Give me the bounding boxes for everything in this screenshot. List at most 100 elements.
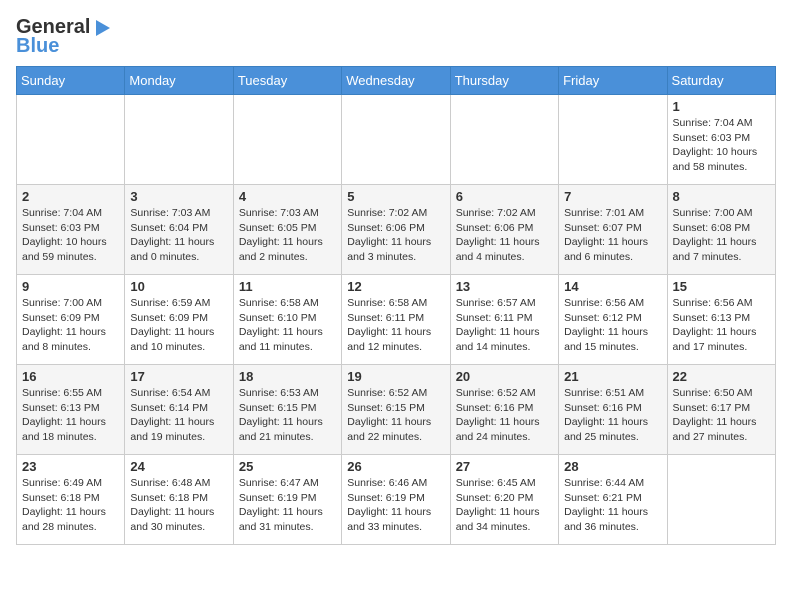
day-number: 23 bbox=[22, 459, 119, 474]
calendar-cell bbox=[125, 95, 233, 185]
calendar-cell: 23 Sunrise: 6:49 AM Sunset: 6:18 PM Dayli… bbox=[17, 455, 125, 545]
day-info: Sunrise: 6:51 AM Sunset: 6:16 PM Dayligh… bbox=[564, 386, 661, 445]
day-number: 26 bbox=[347, 459, 444, 474]
calendar-cell: 10Sunrise: 6:59 AM Sunset: 6:09 PM Dayli… bbox=[125, 275, 233, 365]
day-info: Sunrise: 7:04 AM Sunset: 6:03 PM Dayligh… bbox=[22, 206, 119, 265]
day-info: Sunrise: 6:53 AM Sunset: 6:15 PM Dayligh… bbox=[239, 386, 336, 445]
calendar-cell bbox=[342, 95, 450, 185]
day-number: 24 bbox=[130, 459, 227, 474]
calendar-cell: 27 Sunrise: 6:45 AM Sunset: 6:20 PM Dayli… bbox=[450, 455, 558, 545]
calendar-cell: 16 Sunrise: 6:55 AM Sunset: 6:13 PM Dayli… bbox=[17, 365, 125, 455]
day-number: 3 bbox=[130, 189, 227, 204]
calendar-header-monday: Monday bbox=[125, 67, 233, 95]
calendar-week-row: 2 Sunrise: 7:04 AM Sunset: 6:03 PM Daylig… bbox=[17, 185, 776, 275]
calendar-cell: 19Sunrise: 6:52 AM Sunset: 6:15 PM Dayli… bbox=[342, 365, 450, 455]
calendar-header-thursday: Thursday bbox=[450, 67, 558, 95]
calendar-cell: 9 Sunrise: 7:00 AM Sunset: 6:09 PM Daylig… bbox=[17, 275, 125, 365]
day-info: Sunrise: 7:00 AM Sunset: 6:08 PM Dayligh… bbox=[673, 206, 770, 265]
day-number: 19 bbox=[347, 369, 444, 384]
calendar-cell: 2 Sunrise: 7:04 AM Sunset: 6:03 PM Daylig… bbox=[17, 185, 125, 275]
day-info: Sunrise: 6:45 AM Sunset: 6:20 PM Dayligh… bbox=[456, 476, 553, 535]
day-info: Sunrise: 6:56 AM Sunset: 6:12 PM Dayligh… bbox=[564, 296, 661, 355]
day-info: Sunrise: 6:52 AM Sunset: 6:16 PM Dayligh… bbox=[456, 386, 553, 445]
calendar-header-wednesday: Wednesday bbox=[342, 67, 450, 95]
day-info: Sunrise: 6:58 AM Sunset: 6:11 PM Dayligh… bbox=[347, 296, 444, 355]
calendar-cell: 26 Sunrise: 6:46 AM Sunset: 6:19 PM Dayli… bbox=[342, 455, 450, 545]
day-number: 7 bbox=[564, 189, 661, 204]
calendar-cell: 18 Sunrise: 6:53 AM Sunset: 6:15 PM Dayli… bbox=[233, 365, 341, 455]
calendar-header-tuesday: Tuesday bbox=[233, 67, 341, 95]
day-number: 15 bbox=[673, 279, 770, 294]
calendar-week-row: 23 Sunrise: 6:49 AM Sunset: 6:18 PM Dayli… bbox=[17, 455, 776, 545]
day-number: 1 bbox=[673, 99, 770, 114]
day-info: Sunrise: 6:46 AM Sunset: 6:19 PM Dayligh… bbox=[347, 476, 444, 535]
logo-triangle-icon bbox=[92, 18, 112, 38]
day-info: Sunrise: 6:55 AM Sunset: 6:13 PM Dayligh… bbox=[22, 386, 119, 445]
day-number: 22 bbox=[673, 369, 770, 384]
calendar-table: SundayMondayTuesdayWednesdayThursdayFrid… bbox=[16, 66, 776, 545]
day-info: Sunrise: 6:58 AM Sunset: 6:10 PM Dayligh… bbox=[239, 296, 336, 355]
calendar-cell: 25 Sunrise: 6:47 AM Sunset: 6:19 PM Dayli… bbox=[233, 455, 341, 545]
calendar-header-friday: Friday bbox=[559, 67, 667, 95]
day-number: 21 bbox=[564, 369, 661, 384]
calendar-cell: 12 Sunrise: 6:58 AM Sunset: 6:11 PM Dayli… bbox=[342, 275, 450, 365]
calendar-cell: 11 Sunrise: 6:58 AM Sunset: 6:10 PM Dayli… bbox=[233, 275, 341, 365]
calendar-week-row: 16 Sunrise: 6:55 AM Sunset: 6:13 PM Dayli… bbox=[17, 365, 776, 455]
calendar-cell: 22 Sunrise: 6:50 AM Sunset: 6:17 PM Dayli… bbox=[667, 365, 775, 455]
day-info: Sunrise: 6:50 AM Sunset: 6:17 PM Dayligh… bbox=[673, 386, 770, 445]
calendar-cell bbox=[450, 95, 558, 185]
day-info: Sunrise: 7:04 AM Sunset: 6:03 PM Dayligh… bbox=[673, 116, 770, 175]
day-number: 28 bbox=[564, 459, 661, 474]
day-info: Sunrise: 6:47 AM Sunset: 6:19 PM Dayligh… bbox=[239, 476, 336, 535]
calendar-cell: 15 Sunrise: 6:56 AM Sunset: 6:13 PM Dayli… bbox=[667, 275, 775, 365]
calendar-cell: 14 Sunrise: 6:56 AM Sunset: 6:12 PM Dayli… bbox=[559, 275, 667, 365]
calendar-cell: 8Sunrise: 7:00 AM Sunset: 6:08 PM Daylig… bbox=[667, 185, 775, 275]
calendar-cell: 20Sunrise: 6:52 AM Sunset: 6:16 PM Dayli… bbox=[450, 365, 558, 455]
day-number: 2 bbox=[22, 189, 119, 204]
logo: General Blue bbox=[16, 16, 112, 58]
calendar-cell: 28 Sunrise: 6:44 AM Sunset: 6:21 PM Dayli… bbox=[559, 455, 667, 545]
day-info: Sunrise: 6:56 AM Sunset: 6:13 PM Dayligh… bbox=[673, 296, 770, 355]
day-number: 9 bbox=[22, 279, 119, 294]
calendar-cell: 4 Sunrise: 7:03 AM Sunset: 6:05 PM Daylig… bbox=[233, 185, 341, 275]
day-number: 5 bbox=[347, 189, 444, 204]
calendar-week-row: 9 Sunrise: 7:00 AM Sunset: 6:09 PM Daylig… bbox=[17, 275, 776, 365]
day-number: 18 bbox=[239, 369, 336, 384]
day-info: Sunrise: 6:49 AM Sunset: 6:18 PM Dayligh… bbox=[22, 476, 119, 535]
day-info: Sunrise: 6:44 AM Sunset: 6:21 PM Dayligh… bbox=[564, 476, 661, 535]
calendar-cell: 7 Sunrise: 7:01 AM Sunset: 6:07 PM Daylig… bbox=[559, 185, 667, 275]
calendar-cell bbox=[667, 455, 775, 545]
day-number: 4 bbox=[239, 189, 336, 204]
day-info: Sunrise: 6:59 AM Sunset: 6:09 PM Dayligh… bbox=[130, 296, 227, 355]
calendar-cell: 21 Sunrise: 6:51 AM Sunset: 6:16 PM Dayli… bbox=[559, 365, 667, 455]
day-number: 14 bbox=[564, 279, 661, 294]
calendar-cell bbox=[17, 95, 125, 185]
calendar-header-saturday: Saturday bbox=[667, 67, 775, 95]
day-number: 6 bbox=[456, 189, 553, 204]
day-number: 25 bbox=[239, 459, 336, 474]
calendar-header-sunday: Sunday bbox=[17, 67, 125, 95]
calendar-cell: 5 Sunrise: 7:02 AM Sunset: 6:06 PM Daylig… bbox=[342, 185, 450, 275]
day-info: Sunrise: 7:02 AM Sunset: 6:06 PM Dayligh… bbox=[347, 206, 444, 265]
calendar-header-row: SundayMondayTuesdayWednesdayThursdayFrid… bbox=[17, 67, 776, 95]
day-info: Sunrise: 7:00 AM Sunset: 6:09 PM Dayligh… bbox=[22, 296, 119, 355]
day-number: 11 bbox=[239, 279, 336, 294]
calendar-cell bbox=[559, 95, 667, 185]
calendar-cell: 24 Sunrise: 6:48 AM Sunset: 6:18 PM Dayli… bbox=[125, 455, 233, 545]
day-info: Sunrise: 7:03 AM Sunset: 6:04 PM Dayligh… bbox=[130, 206, 227, 265]
day-number: 12 bbox=[347, 279, 444, 294]
calendar-cell: 1 Sunrise: 7:04 AM Sunset: 6:03 PM Daylig… bbox=[667, 95, 775, 185]
day-info: Sunrise: 7:01 AM Sunset: 6:07 PM Dayligh… bbox=[564, 206, 661, 265]
day-info: Sunrise: 6:48 AM Sunset: 6:18 PM Dayligh… bbox=[130, 476, 227, 535]
logo-wordmark: General Blue bbox=[16, 16, 112, 58]
calendar-cell: 6Sunrise: 7:02 AM Sunset: 6:06 PM Daylig… bbox=[450, 185, 558, 275]
calendar-cell bbox=[233, 95, 341, 185]
day-info: Sunrise: 7:03 AM Sunset: 6:05 PM Dayligh… bbox=[239, 206, 336, 265]
day-number: 16 bbox=[22, 369, 119, 384]
day-number: 27 bbox=[456, 459, 553, 474]
calendar-week-row: 1 Sunrise: 7:04 AM Sunset: 6:03 PM Daylig… bbox=[17, 95, 776, 185]
day-info: Sunrise: 6:57 AM Sunset: 6:11 PM Dayligh… bbox=[456, 296, 553, 355]
calendar-cell: 3 Sunrise: 7:03 AM Sunset: 6:04 PM Daylig… bbox=[125, 185, 233, 275]
day-number: 17 bbox=[130, 369, 227, 384]
page-header: General Blue bbox=[16, 16, 776, 58]
